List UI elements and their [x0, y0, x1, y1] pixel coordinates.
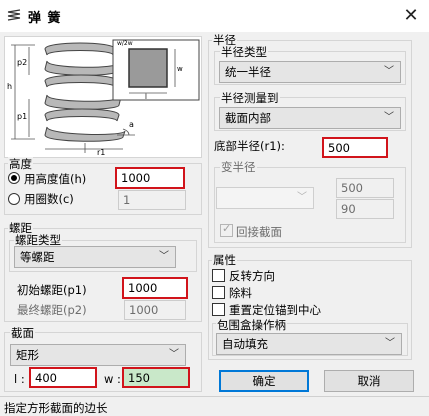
properties-group-label: 属性: [212, 253, 237, 267]
pitch-type-label: 螺距类型: [14, 233, 62, 247]
close-button[interactable]: ✕: [398, 4, 424, 28]
recenter-anchor-checkbox[interactable]: [212, 303, 225, 316]
spring-diagram: w/2w p2 h p1 r1 a w l: [7, 39, 200, 157]
variable-radius-input-2[interactable]: 90: [336, 199, 394, 219]
window-title: 弹 簧: [28, 11, 62, 26]
pitch-type-dropdown[interactable]: 等螺距 ﹀: [14, 246, 176, 268]
bbox-value: 自动填充: [222, 337, 268, 351]
height-by-turns-radio[interactable]: [8, 193, 20, 205]
section-w-label: w :: [104, 372, 121, 386]
reverse-direction-checkbox[interactable]: [212, 269, 225, 282]
chevron-down-icon: ﹀: [169, 349, 179, 360]
chevron-down-icon: ﹀: [297, 192, 307, 203]
height-by-value-radio[interactable]: [8, 172, 20, 184]
height-group-label: 高度: [8, 157, 33, 171]
initial-pitch-label: 初始螺距(p1): [17, 283, 87, 297]
turns-value-input[interactable]: 1: [118, 190, 186, 210]
variable-radius-label: 变半径: [220, 160, 257, 174]
recenter-anchor-label: 重置定位锚到中心: [229, 303, 321, 317]
diagram-label-w: w: [177, 65, 183, 73]
final-pitch-input[interactable]: 1000: [124, 300, 186, 320]
radius-measure-value: 截面内部: [225, 111, 271, 125]
bottom-radius-input[interactable]: 500: [322, 137, 388, 158]
diagram-label-a: a: [129, 120, 134, 129]
chevron-down-icon: ﹀: [384, 112, 394, 123]
height-by-turns-label: 用圈数(c): [24, 192, 74, 206]
status-bar: 指定方形截面的边长: [0, 396, 429, 415]
section-l-input[interactable]: 400: [29, 367, 97, 388]
section-group-label: 截面: [10, 326, 35, 340]
bbox-label: 包围盒操作柄: [216, 318, 287, 332]
link-section-label: 回接截面: [236, 225, 282, 239]
radius-measure-label: 半径测量到: [220, 91, 280, 105]
chevron-down-icon: ﹀: [385, 338, 395, 349]
cancel-button[interactable]: 取消: [324, 370, 414, 392]
bottom-radius-label: 底部半径(r1):: [214, 139, 285, 153]
initial-pitch-input[interactable]: 1000: [122, 277, 188, 299]
diagram-label-l: l: [145, 93, 147, 101]
variable-radius-input-1[interactable]: 500: [336, 178, 394, 198]
chevron-down-icon: ﹀: [159, 251, 169, 262]
reverse-direction-label: 反转方向: [229, 269, 275, 283]
radius-type-value: 统一半径: [225, 65, 271, 79]
height-value-input[interactable]: 1000: [115, 167, 185, 189]
title-bar: [0, 0, 429, 32]
spring-preview: w/2w p2 h p1 r1 a w l: [4, 36, 202, 158]
ok-button[interactable]: 确定: [219, 370, 309, 392]
pitch-type-value: 等螺距: [20, 250, 55, 264]
remove-material-label: 除料: [229, 286, 252, 300]
radius-type-label: 半径类型: [220, 45, 268, 59]
diagram-label-wtop: w/2w: [117, 40, 133, 47]
diagram-label-r1: r1: [97, 148, 105, 157]
link-section-checkbox[interactable]: ✓: [220, 222, 233, 237]
checkmark-icon: ✓: [222, 222, 232, 235]
diagram-label-h: h: [7, 82, 12, 91]
bbox-dropdown[interactable]: 自动填充 ﹀: [216, 333, 402, 355]
chevron-down-icon: ﹀: [384, 66, 394, 77]
section-shape-value: 矩形: [16, 348, 39, 362]
height-by-value-label: 用高度值(h): [24, 172, 87, 186]
section-l-label: l :: [14, 372, 25, 386]
variable-radius-dropdown[interactable]: ﹀: [216, 187, 314, 209]
section-w-input[interactable]: 150: [122, 367, 190, 388]
diagram-label-p1: p1: [17, 112, 27, 121]
diagram-label-p2: p2: [17, 58, 27, 67]
section-shape-dropdown[interactable]: 矩形 ﹀: [10, 344, 186, 366]
spring-icon: [7, 9, 21, 21]
final-pitch-label: 最终螺距(p2): [17, 303, 87, 317]
radius-measure-dropdown[interactable]: 截面内部 ﹀: [219, 107, 401, 129]
radius-type-dropdown[interactable]: 统一半径 ﹀: [219, 61, 401, 83]
remove-material-checkbox[interactable]: [212, 286, 225, 299]
